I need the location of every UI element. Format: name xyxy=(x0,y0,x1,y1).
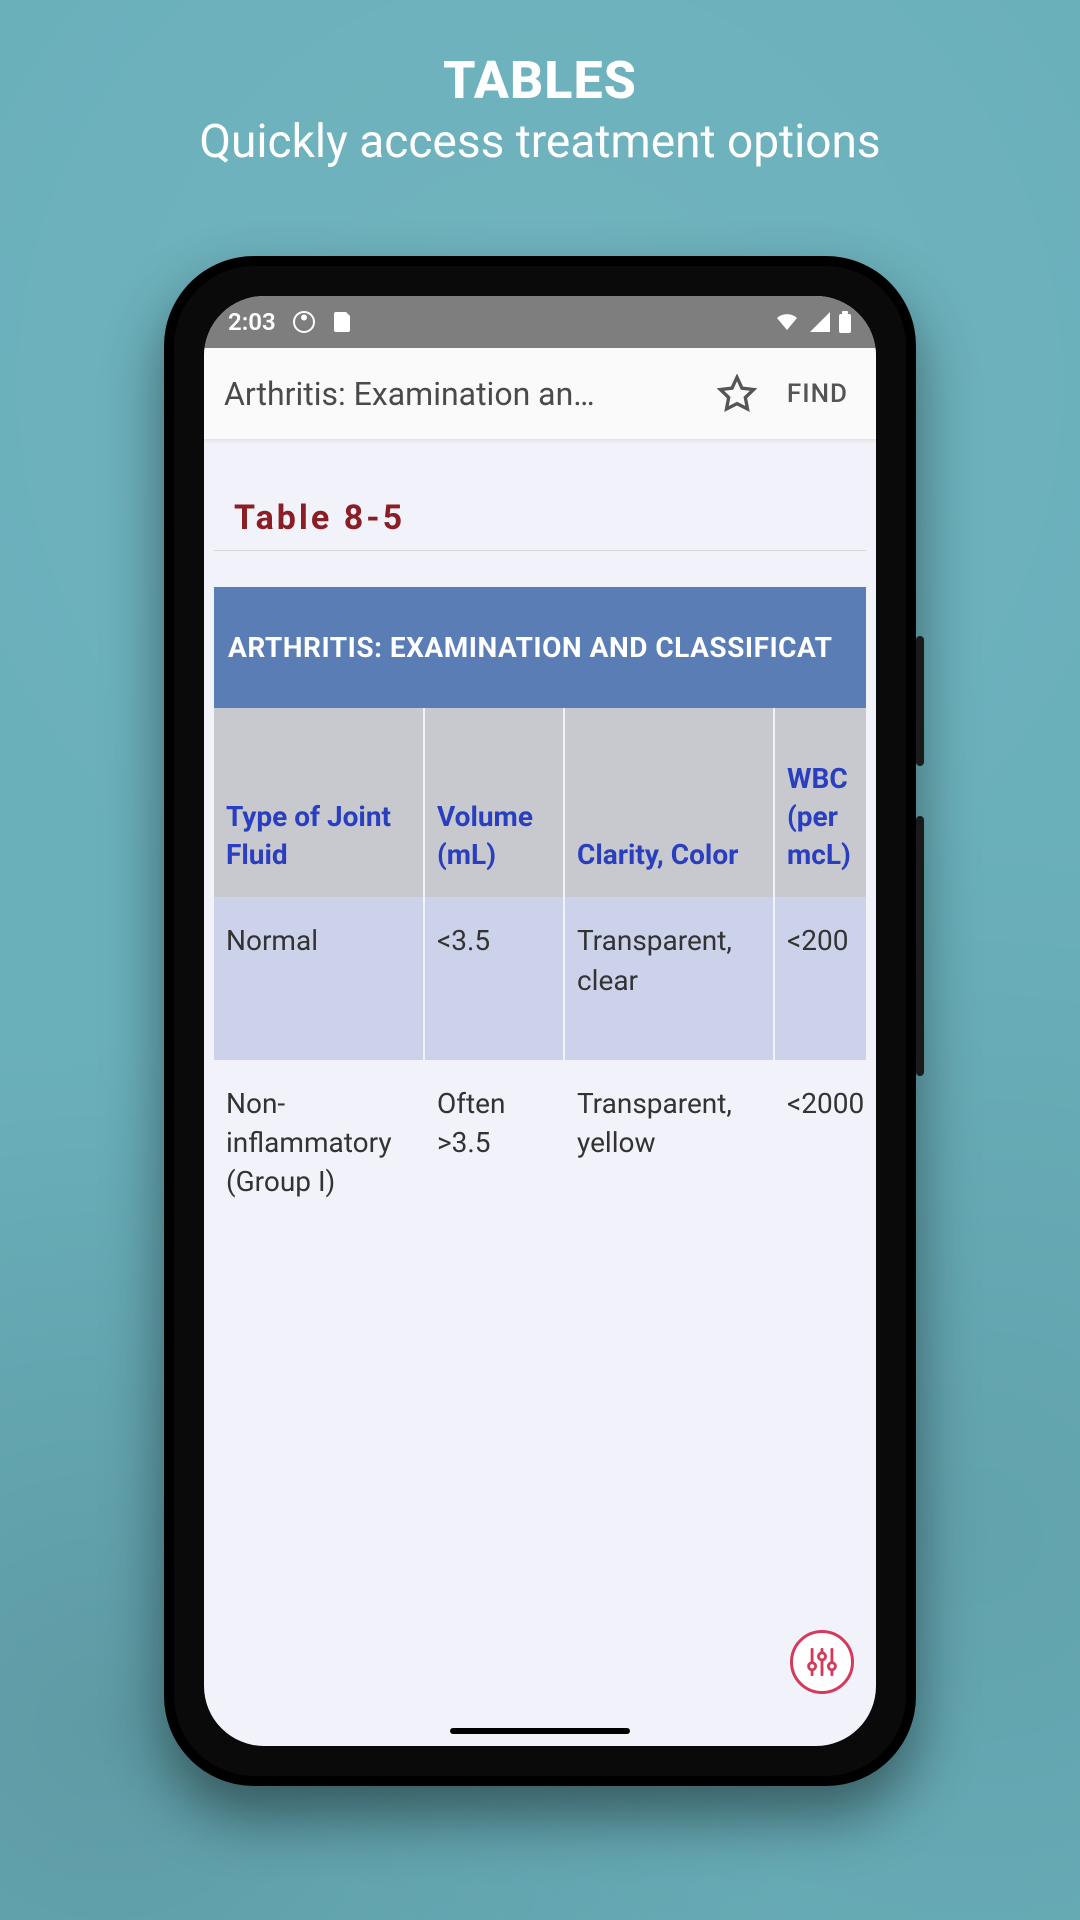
table-caption: ARTHRITIS: EXAMINATION AND CLASSIFICAT xyxy=(214,587,866,708)
favorite-button[interactable] xyxy=(715,372,759,416)
cell-volume: <3.5 xyxy=(424,897,564,1059)
cell-type: Normal xyxy=(214,897,424,1059)
phone-side-button xyxy=(916,816,924,1076)
phone-side-button xyxy=(916,636,924,766)
signal-icon xyxy=(808,312,830,332)
status-time: 2:03 xyxy=(228,308,276,336)
cell-wbc: <2000 xyxy=(774,1060,866,1342)
gesture-bar xyxy=(450,1728,630,1734)
battery-icon xyxy=(838,311,852,333)
promo-subtitle: Quickly access treatment options xyxy=(54,115,1026,169)
table-container[interactable]: ARTHRITIS: EXAMINATION AND CLASSIFICAT T… xyxy=(214,587,866,1341)
app-bar: Arthritis: Examination an… FIND xyxy=(204,348,876,440)
page-title: Arthritis: Examination an… xyxy=(224,375,695,413)
phone-frame: 2:03 xyxy=(164,256,916,1786)
table-row: Non-inflammatory (Group I) Often >3.5 Tr… xyxy=(214,1060,866,1342)
cell-volume: Often >3.5 xyxy=(424,1060,564,1342)
settings-fab[interactable] xyxy=(790,1630,854,1694)
classification-table: ARTHRITIS: EXAMINATION AND CLASSIFICAT T… xyxy=(214,587,866,1341)
sd-card-icon xyxy=(332,310,352,334)
promo-heading: TABLES Quickly access treatment options xyxy=(54,50,1026,169)
column-header: Type of Joint Fluid xyxy=(214,708,424,897)
table-number-label: Table 8-5 xyxy=(214,458,866,551)
status-bar: 2:03 xyxy=(204,296,876,348)
promo-title: TABLES xyxy=(54,50,1026,111)
cell-clarity: Transparent, yellow xyxy=(564,1060,774,1342)
wifi-icon xyxy=(774,312,800,332)
cell-clarity: Transparent, clear xyxy=(564,897,774,1059)
sliders-icon xyxy=(805,1645,839,1679)
find-button[interactable]: FIND xyxy=(779,369,856,419)
column-header: Volume (mL) xyxy=(424,708,564,897)
phone-screen: 2:03 xyxy=(204,296,876,1746)
app-notification-icon xyxy=(292,310,316,334)
cell-type: Non-inflammatory (Group I) xyxy=(214,1060,424,1342)
cell-wbc: <200 xyxy=(774,897,866,1059)
column-header: Clarity, Color xyxy=(564,708,774,897)
content-area[interactable]: Table 8-5 ARTHRITIS: EXAMINATION AND CLA… xyxy=(204,440,876,1341)
star-icon xyxy=(717,374,757,414)
table-row: Normal <3.5 Transparent, clear <200 xyxy=(214,897,866,1059)
column-header: WBC (per mcL) xyxy=(774,708,866,897)
